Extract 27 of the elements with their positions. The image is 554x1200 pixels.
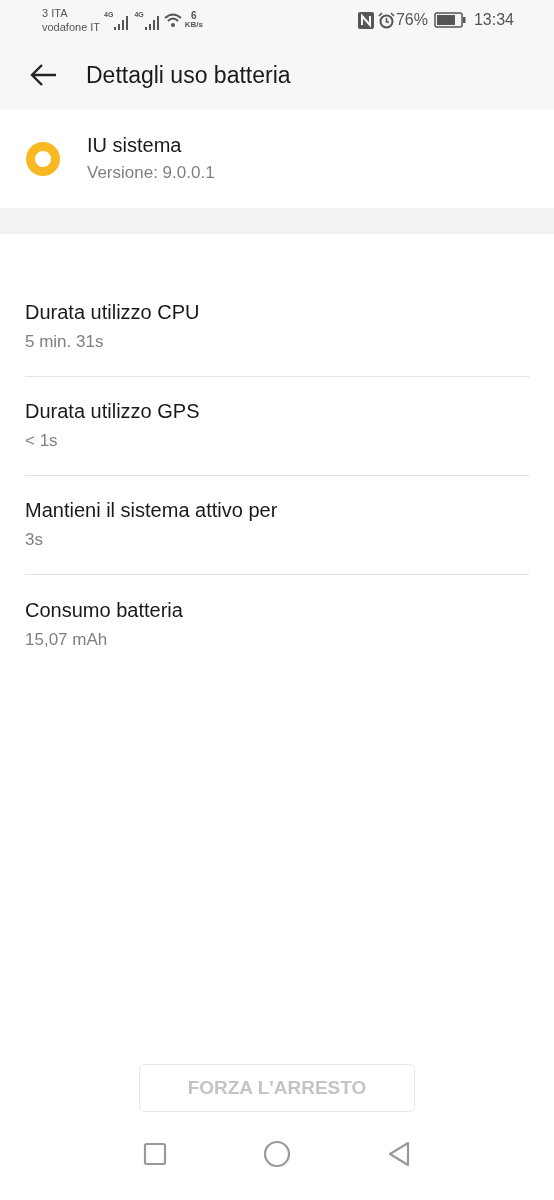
signal-icon [114,16,129,30]
back-nav-button[interactable] [387,1141,411,1167]
stat-value: < 1s [25,430,59,452]
page-title: Dettagli uso batteria [86,60,291,90]
alarm-icon [377,11,395,29]
carrier-name: 3 ITA [42,6,69,20]
wifi-icon [163,13,182,27]
stat-label: Consumo batteria [25,597,184,623]
stat-label: Durata utilizzo GPS [25,399,201,424]
stat-label: Durata utilizzo CPU [25,300,201,325]
stat-value: 3s [25,529,44,551]
stat-value: 15,07 mAh [25,628,109,651]
carrier-name: vodafone IT [42,20,101,34]
app-name: IU sistema [87,133,183,158]
stat-label: Mantieni il sistema attivo per [25,498,279,523]
signal-icon [144,16,159,30]
battery-percent: 76% [395,10,428,30]
app-version: Versione: 9.0.0.1 [87,162,215,184]
recents-button[interactable] [143,1142,167,1166]
nfc-icon [357,11,374,29]
app-icon [26,142,60,176]
clock-time: 13:34 [473,10,514,30]
stat-value: 5 min. 31s [25,331,105,353]
speed-value: 6 [191,11,197,20]
speed-unit: KB/s [184,20,203,29]
home-button[interactable] [263,1140,291,1168]
battery-icon [433,12,466,28]
